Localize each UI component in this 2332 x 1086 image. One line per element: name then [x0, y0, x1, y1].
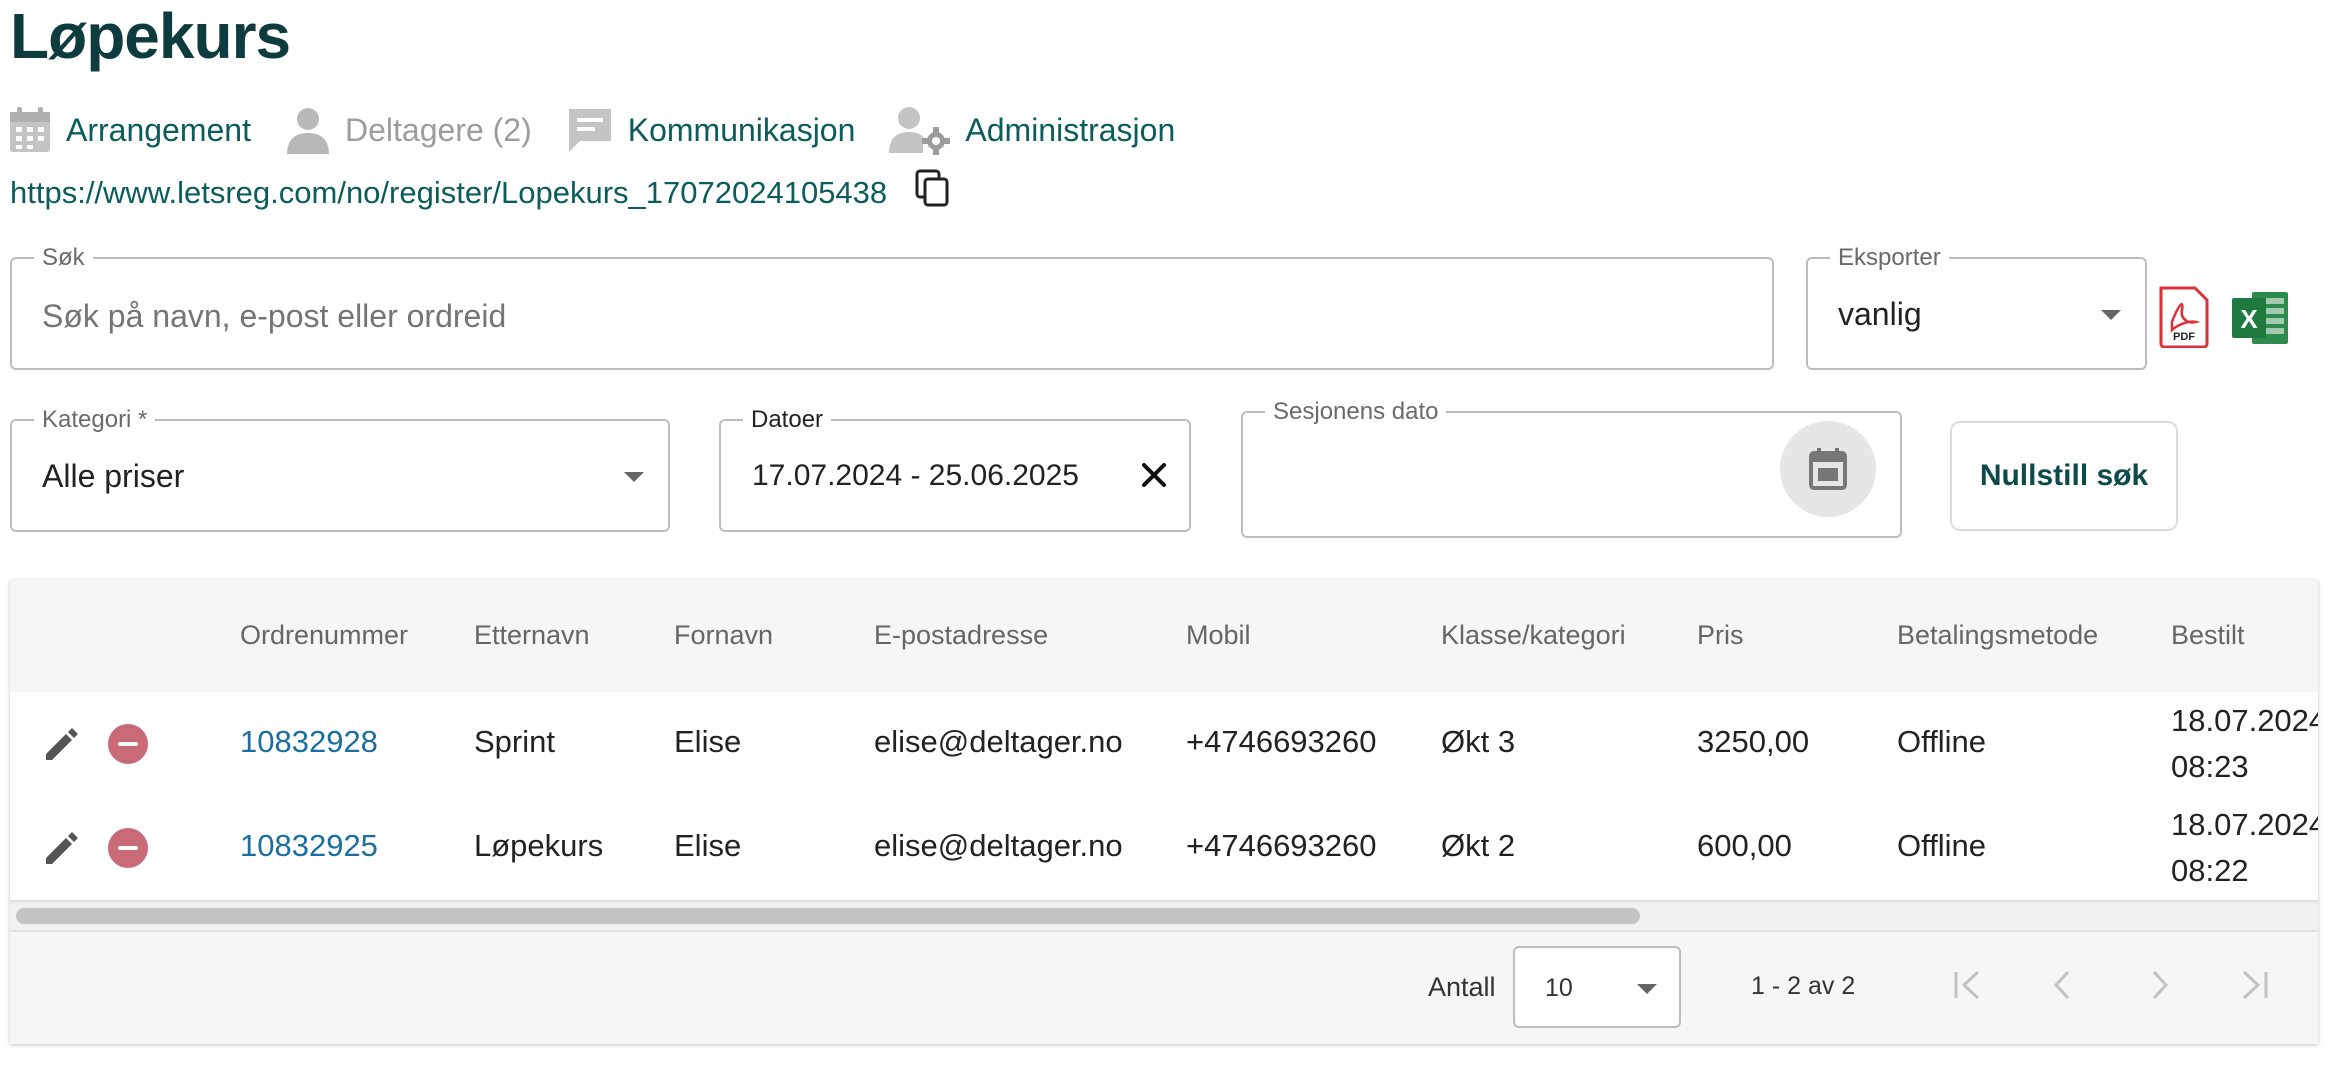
column-header-betalingsmetode[interactable]: Betalingsmetode [1897, 620, 2098, 651]
date-range-label: Datoer [751, 406, 824, 433]
participants-table: Ordrenummer Etternavn Fornavn E-postadre… [10, 580, 2318, 1044]
cell-first-name: Elise [674, 828, 742, 863]
session-date-label: Sesjonens dato [1273, 398, 1439, 425]
previous-page-icon[interactable] [2048, 968, 2078, 1002]
cell-price: 600,00 [1697, 828, 1792, 863]
column-header-bestilt[interactable]: Bestilt [2171, 620, 2245, 651]
cell-payment-method: Offline [1897, 828, 1987, 863]
registration-link[interactable]: https://www.letsreg.com/no/register/Lope… [10, 175, 887, 211]
edit-icon[interactable] [42, 724, 82, 764]
search-input[interactable] [40, 290, 1744, 342]
cell-ordered-time: 08:22 [2171, 853, 2249, 888]
chevron-down-icon [624, 472, 644, 482]
clear-icon[interactable] [1141, 462, 1167, 488]
export-value: vanlig [1838, 296, 1922, 332]
nav-label-administrasjon: Administrasjon [965, 111, 1176, 148]
nav-item-kommunikasjon[interactable]: Kommunikasjon [566, 106, 856, 154]
column-header-epost[interactable]: E-postadresse [874, 620, 1048, 651]
column-header-fornavn[interactable]: Fornavn [674, 620, 773, 651]
pdf-icon[interactable]: PDF [2158, 286, 2210, 348]
nav-label-arrangement: Arrangement [66, 111, 251, 148]
cell-email: elise@deltager.no [874, 724, 1123, 759]
page-size-value: 10 [1545, 974, 1573, 1002]
excel-icon[interactable]: X [2230, 288, 2290, 348]
table-row: 10832928 Sprint Elise elise@deltager.no … [10, 692, 2318, 798]
table-row: 10832925 Løpekurs Elise elise@deltager.n… [10, 796, 2318, 902]
nav-item-deltagere[interactable]: Deltagere (2) [285, 106, 532, 154]
page-range: 1 - 2 av 2 [1751, 972, 1856, 1000]
calendar-button[interactable] [1780, 421, 1876, 517]
cell-ordered: 18.07.2024 08:22 [2171, 802, 2318, 894]
page-title: Løpekurs [10, 0, 291, 72]
category-value: Alle priser [42, 458, 185, 494]
copy-icon[interactable] [914, 168, 950, 208]
cell-mobile: +4746693260 [1186, 724, 1377, 759]
chevron-down-icon [1637, 984, 1657, 994]
nav-item-arrangement[interactable]: Arrangement [8, 106, 251, 154]
cell-ordered: 18.07.2024 08:23 [2171, 698, 2318, 790]
cell-ordered-time: 08:23 [2171, 749, 2249, 784]
cell-first-name: Elise [674, 724, 742, 759]
person-icon [286, 108, 329, 154]
page-size-label: Antall [1428, 972, 1496, 1002]
column-header-mobil[interactable]: Mobil [1186, 620, 1251, 651]
svg-text:PDF: PDF [2173, 331, 2195, 343]
category-label: Kategori * [42, 406, 148, 433]
nav-label-deltagere: Deltagere (2) [344, 111, 532, 148]
remove-icon[interactable] [108, 828, 148, 868]
person-gear-icon [889, 107, 951, 155]
table-header: Ordrenummer Etternavn Fornavn E-postadre… [10, 580, 2318, 694]
edit-icon[interactable] [42, 828, 82, 868]
order-number-link[interactable]: 10832928 [240, 724, 378, 760]
cell-ordered-date: 18.07.2024 [2171, 703, 2318, 738]
remove-icon[interactable] [108, 724, 148, 764]
cell-payment-method: Offline [1897, 724, 1987, 759]
nav-item-administrasjon[interactable]: Administrasjon [889, 105, 1175, 155]
scrollbar-thumb[interactable] [16, 908, 1640, 924]
page-size-select[interactable]: 10 [1513, 946, 1681, 1028]
next-page-icon[interactable] [2144, 968, 2174, 1002]
cell-mobile: +4746693260 [1186, 828, 1377, 863]
column-header-etternavn[interactable]: Etternavn [474, 620, 590, 651]
column-header-klasse[interactable]: Klasse/kategori [1441, 620, 1626, 651]
event-nav: Arrangement Deltagere (2) Kommunikasjon … [8, 100, 1175, 160]
cell-category: Økt 3 [1441, 724, 1516, 759]
table-pagination: Antall 10 1 - 2 av 2 [10, 930, 2318, 1044]
chat-icon [568, 109, 611, 152]
cell-last-name: Sprint [474, 724, 555, 759]
search-label: Søk [42, 244, 85, 271]
first-page-icon[interactable] [1950, 968, 1986, 1002]
calendar-icon [10, 107, 50, 152]
horizontal-scrollbar[interactable] [10, 902, 2318, 930]
calendar-icon [1809, 448, 1847, 490]
cell-ordered-date: 18.07.2024 [2171, 807, 2318, 842]
cell-last-name: Løpekurs [474, 828, 604, 863]
export-label: Eksporter [1838, 244, 1941, 271]
nav-label-kommunikasjon: Kommunikasjon [627, 111, 856, 148]
date-range-value: 17.07.2024 - 25.06.2025 [752, 459, 1079, 492]
column-header-pris[interactable]: Pris [1697, 620, 1744, 651]
column-header-ordrenummer[interactable]: Ordrenummer [240, 620, 408, 651]
order-number-link[interactable]: 10832925 [240, 828, 378, 864]
cell-category: Økt 2 [1441, 828, 1516, 863]
svg-text:X: X [2240, 304, 2258, 334]
last-page-icon[interactable] [2236, 968, 2272, 1002]
cell-email: elise@deltager.no [874, 828, 1123, 863]
reset-search-button[interactable]: Nullstill søk [1950, 421, 2178, 531]
chevron-down-icon [2101, 310, 2121, 320]
cell-price: 3250,00 [1697, 724, 1810, 759]
